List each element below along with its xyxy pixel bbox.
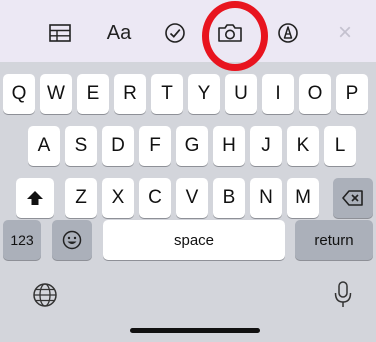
key-z[interactable]: Z — [65, 178, 97, 218]
home-indicator — [130, 328, 260, 333]
markup-pen-icon[interactable] — [271, 16, 305, 50]
key-l[interactable]: L — [324, 126, 356, 166]
key-y[interactable]: Y — [188, 74, 220, 114]
key-b[interactable]: B — [213, 178, 245, 218]
key-i[interactable]: I — [262, 74, 294, 114]
key-x[interactable]: X — [102, 178, 134, 218]
key-c[interactable]: C — [139, 178, 171, 218]
key-u[interactable]: U — [225, 74, 257, 114]
key-m[interactable]: M — [287, 178, 319, 218]
key-d[interactable]: D — [102, 126, 134, 166]
key-k[interactable]: K — [287, 126, 319, 166]
text-format-label: Aa — [106, 21, 132, 44]
key-n[interactable]: N — [250, 178, 282, 218]
emoji-icon — [62, 230, 82, 250]
key-g[interactable]: G — [176, 126, 208, 166]
checklist-icon[interactable] — [158, 16, 192, 50]
key-h[interactable]: H — [213, 126, 245, 166]
key-e[interactable]: E — [77, 74, 109, 114]
close-icon[interactable]: × — [328, 16, 362, 50]
table-icon[interactable] — [43, 16, 77, 50]
numbers-key[interactable]: 123 — [3, 220, 41, 260]
key-t[interactable]: T — [151, 74, 183, 114]
key-v[interactable]: V — [176, 178, 208, 218]
backspace-icon — [342, 190, 363, 206]
key-a[interactable]: A — [28, 126, 60, 166]
key-r[interactable]: R — [114, 74, 146, 114]
keyboard: Q W E R T Y U I O P A S D F G H J K L Z … — [0, 62, 376, 342]
key-q[interactable]: Q — [3, 74, 35, 114]
shift-key[interactable] — [16, 178, 54, 218]
key-j[interactable]: J — [250, 126, 282, 166]
key-s[interactable]: S — [65, 126, 97, 166]
text-format-icon[interactable]: Aa — [102, 16, 136, 50]
shift-icon — [27, 191, 43, 205]
delete-key[interactable] — [333, 178, 373, 218]
space-key[interactable]: space — [103, 220, 285, 260]
key-o[interactable]: O — [299, 74, 331, 114]
key-p[interactable]: P — [336, 74, 368, 114]
key-f[interactable]: F — [139, 126, 171, 166]
emoji-key[interactable] — [52, 220, 92, 260]
key-w[interactable]: W — [40, 74, 72, 114]
camera-icon[interactable] — [213, 16, 247, 50]
keyboard-toolbar: Aa × — [0, 0, 376, 71]
return-key[interactable]: return — [295, 220, 373, 260]
globe-icon[interactable] — [32, 282, 58, 308]
microphone-icon[interactable] — [333, 280, 353, 310]
close-label: × — [337, 19, 352, 46]
